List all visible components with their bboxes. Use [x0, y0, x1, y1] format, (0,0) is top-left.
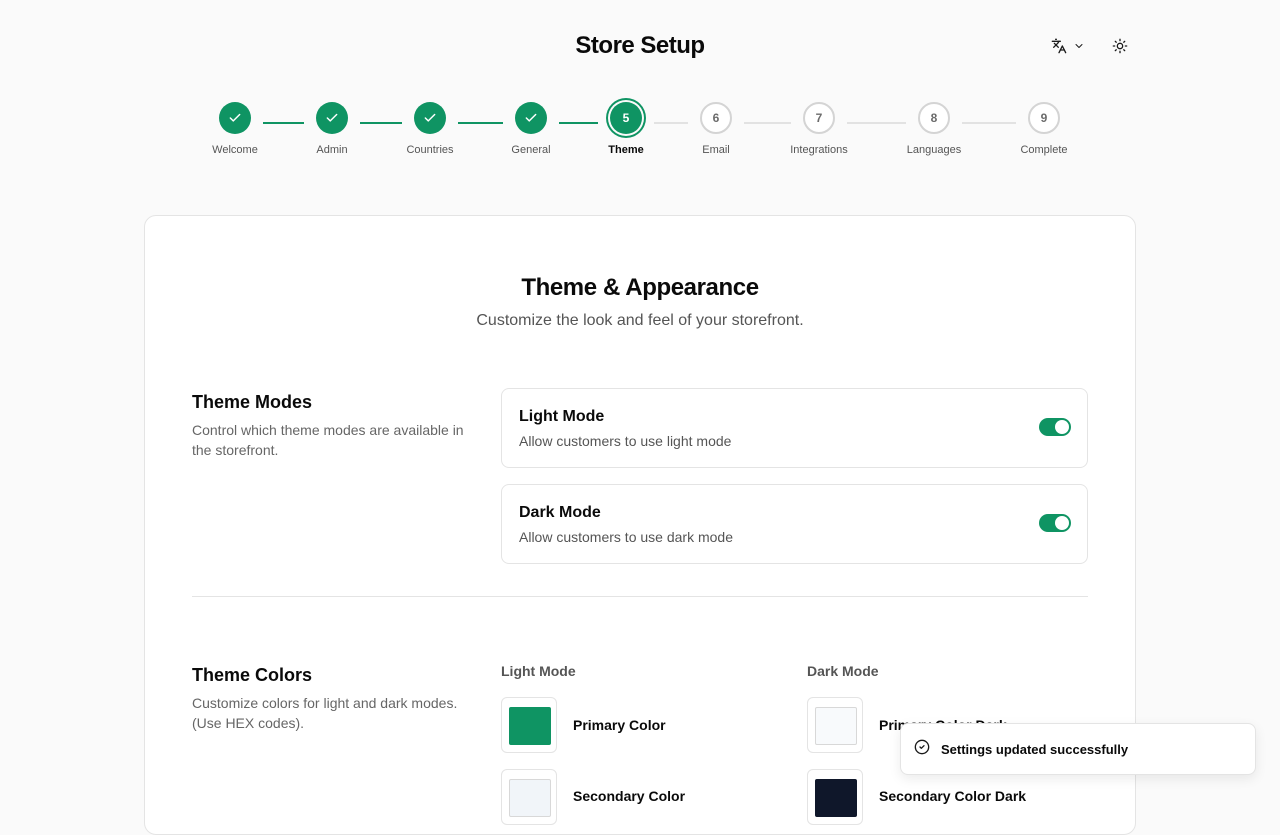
check-icon	[316, 102, 348, 134]
secondary-color-swatch[interactable]	[501, 769, 557, 825]
step-number: 6	[700, 102, 732, 134]
success-toast: Settings updated successfully	[900, 723, 1256, 775]
card-subtitle: Customize the look and feel of your stor…	[476, 312, 804, 329]
step-theme[interactable]: 5 Theme	[581, 102, 671, 156]
secondary-color-dark-label: Secondary Color Dark	[879, 788, 1027, 804]
step-label: Admin	[316, 144, 348, 156]
check-icon	[515, 102, 547, 134]
language-switcher[interactable]	[1046, 36, 1090, 60]
step-welcome[interactable]: Welcome	[190, 102, 280, 156]
light-mode-description: Allow customers to use light mode	[519, 433, 732, 449]
step-countries[interactable]: Countries	[385, 102, 475, 156]
check-circle-icon	[914, 739, 930, 760]
sun-icon	[1112, 38, 1128, 59]
toggle-knob	[1055, 420, 1069, 434]
step-label: Email	[702, 144, 730, 156]
toast-message: Settings updated successfully	[941, 741, 1129, 757]
step-label: Theme	[608, 144, 644, 156]
light-mode-title: Light Mode	[519, 408, 605, 425]
theme-colors-description: Customize colors for light and dark mode…	[192, 695, 458, 731]
setup-stepper: Welcome Admin Countries General 5 Theme 6 Email…	[0, 102, 1280, 162]
dark-mode-row: Dark Mode Allow customers to use dark mo…	[501, 484, 1088, 564]
step-number: 7	[803, 102, 835, 134]
theme-modes-title: Theme Modes	[192, 392, 313, 412]
light-mode-toggle[interactable]	[1039, 418, 1071, 436]
light-mode-row: Light Mode Allow customers to use light …	[501, 388, 1088, 468]
step-integrations[interactable]: 7 Integrations	[774, 102, 864, 156]
dark-mode-toggle[interactable]	[1039, 514, 1071, 532]
dark-mode-title: Dark Mode	[519, 504, 601, 521]
step-email[interactable]: 6 Email	[671, 102, 761, 156]
step-complete[interactable]: 9 Complete	[999, 102, 1089, 156]
check-icon	[219, 102, 251, 134]
theme-modes-description: Control which theme modes are available …	[192, 422, 464, 458]
step-label: Countries	[406, 144, 454, 156]
chevron-down-icon	[1073, 39, 1085, 57]
swatch-fill	[815, 779, 857, 817]
step-label: Integrations	[790, 144, 848, 156]
step-label: Complete	[1020, 144, 1068, 156]
step-languages[interactable]: 8 Languages	[889, 102, 979, 156]
secondary-color-dark-swatch[interactable]	[807, 769, 863, 825]
step-label: Languages	[906, 144, 962, 156]
swatch-fill	[509, 707, 551, 745]
step-number: 5	[610, 102, 642, 134]
swatch-fill	[815, 707, 857, 745]
header: Store Setup	[0, 0, 1280, 96]
primary-color-swatch[interactable]	[501, 697, 557, 753]
light-colors-heading: Light Mode	[501, 663, 576, 679]
primary-color-label: Primary Color	[573, 717, 666, 733]
toggle-knob	[1055, 516, 1069, 530]
step-number: 8	[918, 102, 950, 134]
step-label: General	[511, 144, 551, 156]
primary-color-dark-swatch[interactable]	[807, 697, 863, 753]
theme-colors-title: Theme Colors	[192, 665, 313, 685]
dark-mode-description: Allow customers to use dark mode	[519, 529, 733, 545]
card-title: Theme & Appearance	[521, 274, 759, 301]
section-divider	[192, 596, 1088, 597]
step-admin[interactable]: Admin	[287, 102, 377, 156]
secondary-color-label: Secondary Color	[573, 788, 686, 804]
step-number: 9	[1028, 102, 1060, 134]
translate-icon	[1051, 38, 1067, 59]
check-icon	[414, 102, 446, 134]
swatch-fill	[509, 779, 551, 817]
dark-colors-heading: Dark Mode	[807, 663, 879, 679]
theme-toggle-button[interactable]	[1108, 36, 1132, 60]
step-general[interactable]: General	[486, 102, 576, 156]
step-label: Welcome	[212, 144, 258, 156]
